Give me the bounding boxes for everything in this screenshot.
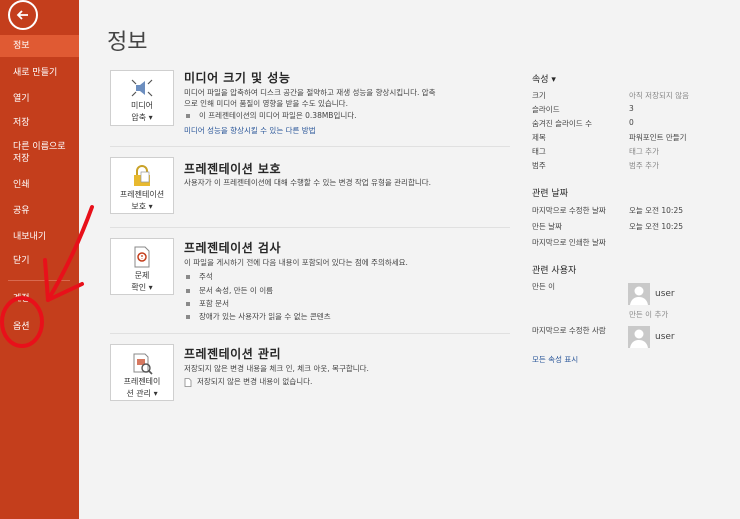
- inspect-bullet: 문서 속성, 만든 이 이름: [186, 285, 273, 296]
- prop-value: 0: [629, 118, 634, 127]
- user-silhouette-icon: [630, 286, 648, 305]
- date-value: 오늘 오전 10:25: [629, 206, 683, 215]
- protect-section-desc: 사용자가 이 프레젠테이션에 대해 수행할 수 있는 변경 작업 유형을 관리합…: [184, 178, 432, 187]
- nav-new[interactable]: 새로 만들기: [0, 67, 79, 79]
- nav-export[interactable]: 내보내기: [0, 231, 79, 243]
- media-speaker-icon: [131, 79, 153, 97]
- media-performance-link[interactable]: 미디어 성능을 향상시킬 수 있는 다른 방법: [184, 125, 316, 136]
- inspect-bullet: 포함 문서: [186, 298, 229, 309]
- protect-section-title: 프레젠테이션 보호: [184, 162, 281, 176]
- nav-account[interactable]: 계정: [0, 293, 79, 305]
- back-button[interactable]: [8, 0, 38, 30]
- manage-section-title: 프레젠테이션 관리: [184, 347, 281, 361]
- check-issues-caption-1: 문제: [134, 271, 150, 280]
- modifier-name[interactable]: user: [655, 332, 675, 342]
- nav-save[interactable]: 저장: [0, 117, 79, 129]
- compress-media-caption-2: 압축 ▾: [131, 113, 153, 122]
- date-label: 마지막으로 인쇄한 날짜: [532, 238, 606, 247]
- manage-presentation-button[interactable]: 프레젠테이 션 관리 ▾: [110, 344, 174, 401]
- manage-presentation-icon: [133, 353, 153, 375]
- prop-title-value[interactable]: 파워포인트 만들기: [629, 132, 687, 143]
- inspect-section-title: 프레젠테이션 검사: [184, 241, 281, 255]
- section-separator: [110, 146, 510, 147]
- lock-icon: [134, 165, 150, 186]
- manage-note: 저장되지 않은 변경 내용이 없습니다.: [184, 376, 312, 387]
- date-value: 오늘 오전 10:25: [629, 222, 683, 231]
- backstage-sidebar: 정보 새로 만들기 열기 저장 다른 이름으로 저장 인쇄 공유 내보내기 닫기…: [0, 0, 79, 519]
- related-people-header: 관련 사용자: [532, 266, 577, 276]
- add-author-link[interactable]: 만든 이 추가: [629, 309, 668, 320]
- modifier-avatar: [628, 326, 650, 348]
- prop-category-value[interactable]: 범주 추가: [629, 160, 659, 171]
- manage-caption-2: 션 관리 ▾: [126, 389, 158, 398]
- prop-tag-value[interactable]: 태그 추가: [629, 146, 659, 157]
- nav-divider: [8, 280, 70, 281]
- author-label: 만든 이: [532, 282, 556, 291]
- prop-label: 크기: [532, 91, 546, 100]
- nav-print[interactable]: 인쇄: [0, 179, 79, 191]
- nav-info[interactable]: 정보: [0, 35, 79, 57]
- author-name[interactable]: user: [655, 289, 675, 299]
- modifier-label: 마지막으로 수정한 사람: [532, 326, 606, 335]
- inspect-section-desc: 이 파일을 게시하기 전에 다음 내용이 포함되어 있다는 점에 주의하세요.: [184, 258, 408, 267]
- author-avatar: [628, 283, 650, 305]
- prop-label: 제목: [532, 133, 546, 142]
- user-silhouette-icon: [630, 329, 648, 348]
- protect-caption-1: 프레젠테이션: [119, 190, 165, 199]
- show-all-properties-link[interactable]: 모든 속성 표시: [532, 354, 578, 365]
- media-section-desc: 미디어 파일을 압축하여 디스크 공간을 절약하고 재생 성능을 향상시킵니다.…: [184, 88, 436, 108]
- check-issues-button[interactable]: 문제 확인 ▾: [110, 238, 174, 295]
- date-label: 만든 날짜: [532, 222, 562, 231]
- prop-label: 숨겨진 슬라이드 수: [532, 119, 592, 128]
- prop-label: 슬라이드: [532, 105, 560, 114]
- back-arrow-icon: [16, 10, 28, 20]
- nav-open[interactable]: 열기: [0, 93, 79, 105]
- protect-presentation-button[interactable]: 프레젠테이션 보호 ▾: [110, 157, 174, 214]
- manage-caption-1: 프레젠테이: [123, 377, 161, 386]
- page-title: 정보: [107, 30, 148, 55]
- inspect-document-icon: [134, 246, 150, 268]
- media-size-bullet: 이 프레젠테이션의 미디어 파일은 0.38MB입니다.: [186, 110, 357, 121]
- media-section-title: 미디어 크기 및 성능: [184, 71, 291, 85]
- protect-caption-2: 보호 ▾: [131, 202, 153, 211]
- section-separator: [110, 333, 510, 334]
- related-dates-header: 관련 날짜: [532, 189, 568, 199]
- prop-label: 범주: [532, 161, 546, 170]
- nav-save-as[interactable]: 다른 이름으로 저장: [0, 141, 72, 165]
- inspect-bullet: 주석: [186, 271, 213, 282]
- compress-media-button[interactable]: 미디어 압축 ▾: [110, 70, 174, 126]
- properties-header[interactable]: 속성 ▾: [532, 72, 556, 85]
- prop-value: 3: [629, 104, 634, 113]
- manage-section-desc: 저장되지 않은 변경 내용을 체크 인, 체크 아웃, 복구합니다.: [184, 364, 369, 373]
- prop-value: 아직 저장되지 않음: [629, 91, 689, 100]
- document-icon: [184, 377, 192, 387]
- nav-close[interactable]: 닫기: [0, 255, 79, 267]
- section-separator: [110, 227, 510, 228]
- inspect-bullet: 장애가 있는 사용자가 읽을 수 없는 콘텐츠: [186, 311, 331, 322]
- nav-share[interactable]: 공유: [0, 205, 79, 217]
- nav-options[interactable]: 옵션: [0, 321, 79, 333]
- prop-label: 태그: [532, 147, 546, 156]
- check-issues-caption-2: 확인 ▾: [131, 283, 153, 292]
- date-label: 마지막으로 수정한 날짜: [532, 206, 606, 215]
- compress-media-caption-1: 미디어: [130, 101, 154, 110]
